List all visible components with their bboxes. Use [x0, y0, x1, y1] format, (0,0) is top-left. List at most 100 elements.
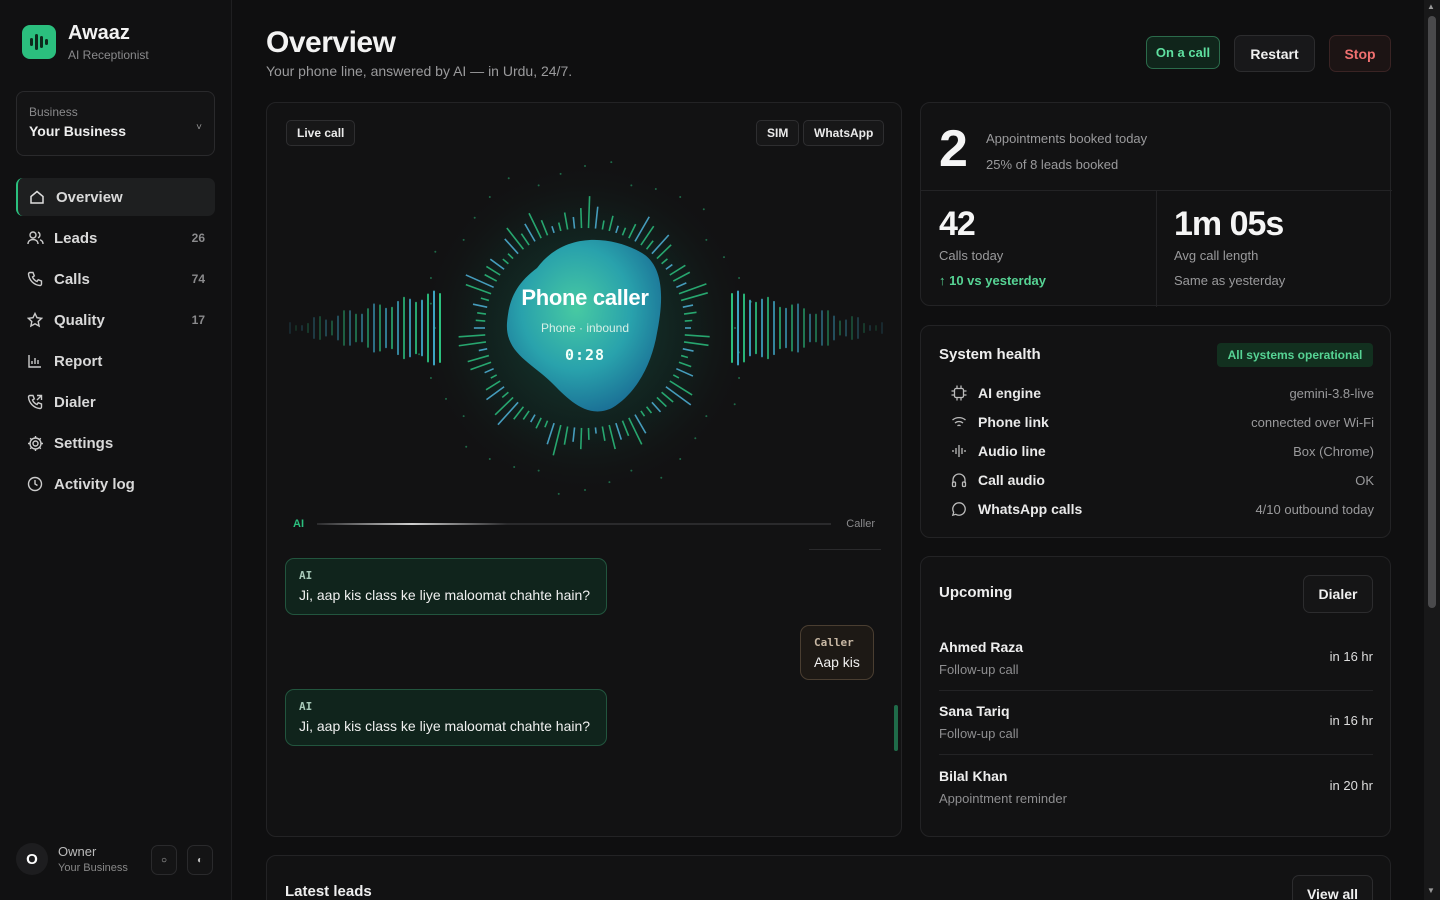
health-row-name: Call audio [978, 472, 1045, 488]
upcoming-item[interactable]: Bilal Khan Appointment reminder in 20 hr [939, 768, 1373, 832]
logo-icon [22, 25, 56, 59]
upcoming-item[interactable]: Ahmed Raza Follow-up call in 16 hr [939, 639, 1373, 703]
view-all-button[interactable]: View all [1292, 875, 1373, 900]
sidebar-item-leads[interactable]: Leads 26 [16, 219, 215, 257]
sidebar-item-label: Settings [54, 434, 114, 452]
sidebar-item-label: Report [54, 352, 103, 370]
sidebar-item-label: Activity log [54, 475, 135, 493]
sidebar-item-label: Overview [56, 188, 123, 206]
appointments-count: 2 [939, 120, 968, 178]
upcoming-time: in 16 hr [1329, 713, 1373, 728]
health-row-value: gemini-3.8-live [1289, 385, 1374, 401]
whatsapp-chip[interactable]: WhatsApp [803, 120, 885, 146]
sidebar-item-dialer[interactable]: Dialer [16, 383, 215, 421]
radial-tick [579, 427, 583, 450]
orbit-dot [537, 184, 540, 187]
health-row-name: AI engine [978, 385, 1042, 401]
health-row-value: 4/10 outbound today [1255, 501, 1374, 517]
upcoming-time: in 20 hr [1329, 778, 1373, 793]
call-status-badge: On a call [1146, 36, 1220, 69]
orbit-dot [679, 458, 682, 461]
live-call-panel: Live call SIM WhatsApp Phone caller Phon… [266, 102, 902, 837]
dot-icon: ○ [160, 854, 168, 866]
orbit-dot [630, 469, 633, 472]
transcript-scrollbar[interactable] [894, 705, 898, 751]
phone-icon [26, 270, 44, 288]
orbit-dot [694, 437, 697, 440]
page-scrollbar[interactable]: ▲ ▼ [1424, 0, 1440, 900]
sidebar-item-label: Dialer [54, 393, 96, 411]
radial-tick [580, 208, 583, 229]
sidebar-item-settings[interactable]: Settings [16, 424, 215, 462]
restart-button[interactable]: Restart [1234, 35, 1315, 72]
orbit-dot [507, 177, 510, 180]
upcoming-type: Follow-up call [939, 662, 1019, 677]
sidebar-item-report[interactable]: Report [16, 342, 215, 380]
sidebar-item-activity-log[interactable]: Activity log [16, 465, 215, 503]
health-row-name: Phone link [978, 414, 1049, 430]
calls-today-label: Calls today [939, 248, 1004, 263]
status-badge: All systems operational [1217, 343, 1373, 367]
sidebar-item-label: Quality [54, 311, 105, 329]
latest-leads-panel: Latest leads View all [266, 855, 1391, 900]
stop-button[interactable]: Stop [1329, 35, 1391, 72]
owner-profile[interactable]: O Owner Your Business [16, 843, 128, 875]
health-row-whatsapp-calls: WhatsApp calls 4/10 outbound today [949, 498, 1374, 520]
upcoming-title: Upcoming [939, 584, 1013, 601]
sidebar-item-quality[interactable]: Quality 17 [16, 301, 215, 339]
divider [939, 754, 1373, 755]
orbit-dot [608, 481, 611, 484]
speaker-tag: AI [299, 569, 313, 582]
upcoming-name: Ahmed Raza [939, 639, 1024, 655]
orbit-dot [584, 489, 586, 491]
caller-subtitle: Phone · inbound [540, 321, 630, 335]
theme-toggle-button[interactable]: ◐ [187, 845, 213, 875]
orbit-dot [679, 195, 682, 198]
scrollbar-thumb[interactable] [1428, 16, 1436, 608]
divider [939, 690, 1373, 691]
business-selector[interactable]: Business Your Business ˅ [16, 91, 215, 156]
users-icon [26, 229, 44, 247]
sidebar-item-overview[interactable]: Overview [16, 178, 215, 216]
radial-tick [587, 196, 591, 229]
gear-icon [26, 434, 44, 452]
health-row-value: OK [1355, 472, 1374, 488]
caller-title: Phone caller [521, 285, 649, 310]
sidebar: Awaaz AI Receptionist Business Your Busi… [0, 0, 232, 900]
upcoming-time: in 16 hr [1329, 649, 1373, 664]
brand: Awaaz AI Receptionist [22, 22, 149, 62]
scroll-down-icon[interactable]: ▼ [1427, 886, 1435, 895]
dialer-button[interactable]: Dialer [1303, 575, 1373, 613]
sidebar-item-label: Calls [54, 270, 90, 288]
upcoming-item[interactable]: Sana Tariq Follow-up call in 16 hr [939, 703, 1373, 767]
sim-chip[interactable]: SIM [756, 120, 800, 146]
transcript-bubble-caller: Caller Aap kis [800, 625, 874, 680]
sidebar-item-calls[interactable]: Calls 74 [16, 260, 215, 298]
divider [809, 549, 881, 550]
health-row-phone-link: Phone link connected over Wi-Fi [949, 411, 1374, 433]
upcoming-type: Appointment reminder [939, 791, 1067, 806]
orbit-dot [488, 458, 491, 461]
scroll-up-icon[interactable]: ▲ [1427, 2, 1435, 11]
orbit-dot [584, 165, 586, 167]
brand-name: Awaaz [68, 22, 130, 44]
headphones-icon [949, 470, 969, 490]
brand-subtitle: AI Receptionist [68, 48, 149, 62]
orbit-dot [738, 377, 741, 380]
speaker-balance-fill [317, 523, 507, 525]
upcoming-panel: Upcoming Dialer Ahmed Raza Follow-up cal… [920, 556, 1391, 837]
radial-tick [594, 427, 597, 434]
health-row-ai-engine: AI engine gemini-3.8-live [949, 382, 1374, 404]
page-subtitle: Your phone line, answered by AI — in Urd… [266, 63, 573, 79]
status-toggle-button[interactable]: ○ [151, 845, 177, 875]
avg-call-label: Avg call length [1174, 248, 1259, 263]
orbit-dot [445, 397, 448, 400]
business-label: Business [29, 105, 78, 119]
orbit-dot [429, 377, 432, 380]
chevron-down-icon: ˅ [196, 122, 202, 133]
app-root: Awaaz AI Receptionist Business Your Busi… [0, 0, 1440, 900]
latest-leads-title: Latest leads [285, 883, 372, 900]
orbit-dot [630, 184, 633, 187]
system-health-title: System health [939, 346, 1041, 363]
message-text: Ji, aap kis class ke liye maloomat chaht… [299, 718, 591, 734]
